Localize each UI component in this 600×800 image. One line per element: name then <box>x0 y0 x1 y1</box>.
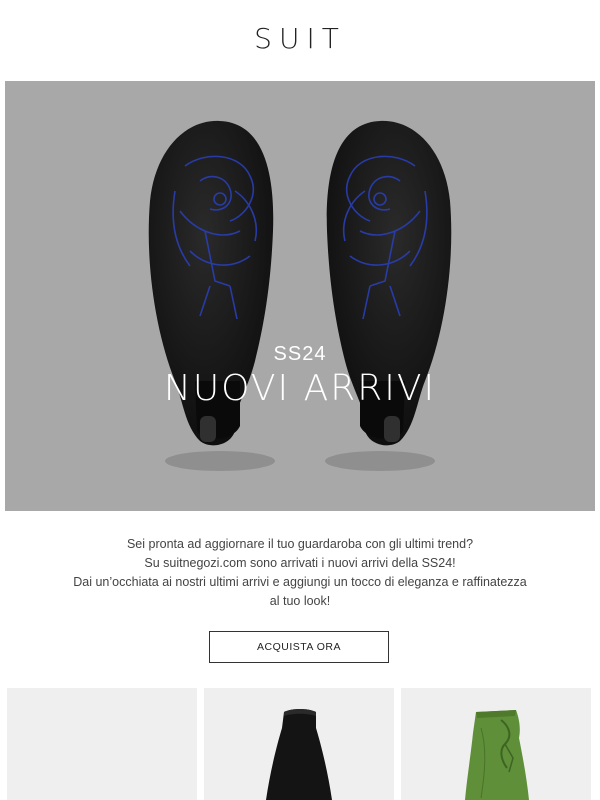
product-image <box>7 688 197 800</box>
green-skirt-image <box>465 710 529 800</box>
hero-banner[interactable]: SS24 NUOVI ARRIVI <box>5 81 595 511</box>
intro-text: Sei pronta ad aggiornare il tuo guardaro… <box>60 535 540 611</box>
intro-line: Sei pronta ad aggiornare il tuo guardaro… <box>126 537 474 551</box>
intro-line: al tuo look! <box>269 594 331 608</box>
shop-now-button[interactable]: ACQUISTA ORA <box>209 631 389 663</box>
intro-line: Su suitnegozi.com sono arrivati i nuovi … <box>144 556 456 570</box>
black-skirt-image <box>266 709 332 800</box>
hero-title: NUOVI ARRIVI <box>163 368 437 409</box>
intro-line: Dai un’occhiata ai nostri ultimi arrivi … <box>73 575 527 589</box>
product-card-2[interactable] <box>204 688 394 800</box>
product-card-3[interactable] <box>401 688 591 800</box>
brand-logo[interactable]: SUIT <box>0 22 600 55</box>
hero-season-label: SS24 <box>273 343 327 365</box>
product-card-1[interactable] <box>7 688 197 800</box>
hero-shoes-image <box>148 120 452 471</box>
